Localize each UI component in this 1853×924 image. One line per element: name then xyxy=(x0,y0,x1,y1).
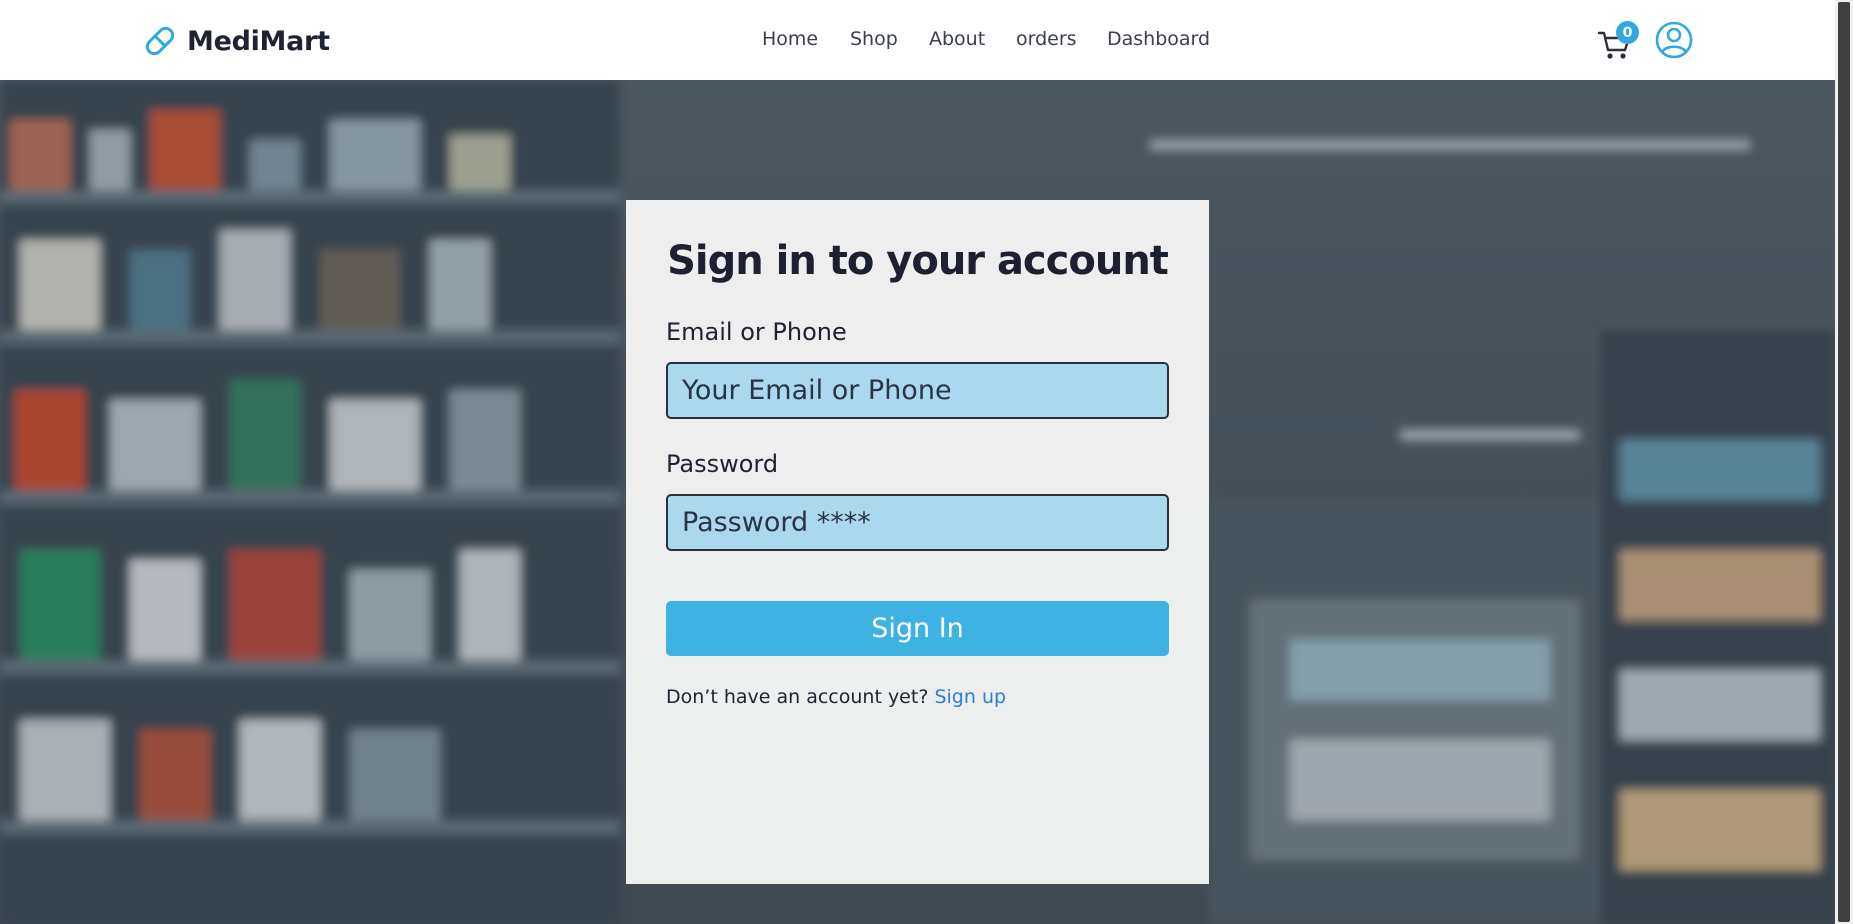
navbar: MediMart Home Shop About orders Dashboar… xyxy=(0,0,1835,80)
signup-prompt: Don’t have an account yet? Sign up xyxy=(666,686,1006,708)
page-scrollbar[interactable] xyxy=(1835,0,1853,924)
nav-link-dashboard[interactable]: Dashboard xyxy=(1107,28,1210,50)
nav-link-shop[interactable]: Shop xyxy=(850,28,898,50)
password-label: Password xyxy=(666,450,779,478)
password-field[interactable] xyxy=(666,494,1169,551)
signin-button[interactable]: Sign In xyxy=(666,601,1169,656)
nav-link-about[interactable]: About xyxy=(929,28,985,50)
nav-link-home[interactable]: Home xyxy=(762,28,818,50)
nav-link-orders[interactable]: orders xyxy=(1016,28,1077,50)
scrollbar-thumb[interactable] xyxy=(1838,2,1850,922)
signup-prompt-text: Don’t have an account yet? xyxy=(666,686,929,708)
email-label: Email or Phone xyxy=(666,318,847,346)
email-field[interactable] xyxy=(666,362,1169,419)
signup-link[interactable]: Sign up xyxy=(934,686,1006,708)
cart-count-badge: 0 xyxy=(1616,21,1639,44)
main-nav: Home Shop About orders Dashboard xyxy=(0,28,1835,54)
signin-card: Sign in to your account Email or Phone P… xyxy=(626,200,1209,884)
user-circle-icon[interactable] xyxy=(1654,20,1694,60)
signin-title: Sign in to your account xyxy=(667,238,1169,284)
